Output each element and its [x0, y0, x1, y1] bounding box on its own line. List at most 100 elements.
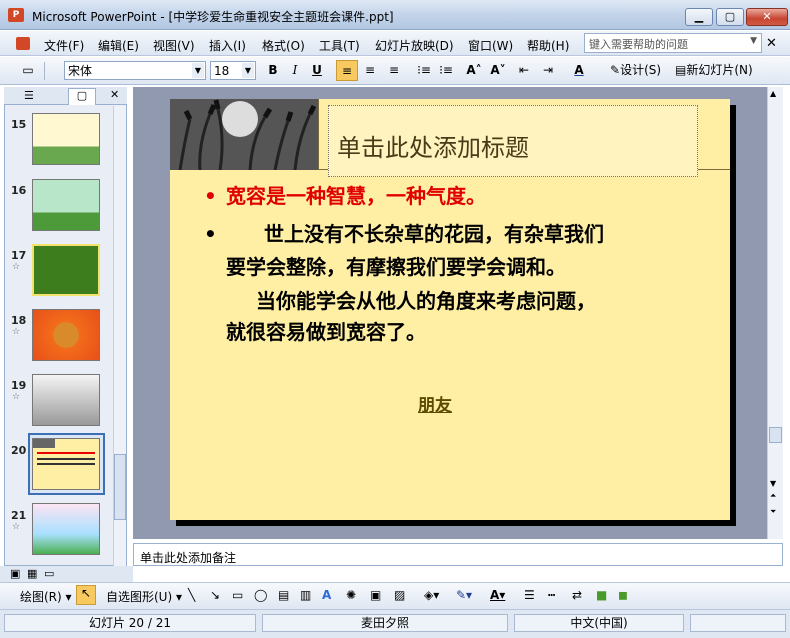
- thumb-number: 17: [11, 249, 27, 262]
- sorter-view-icon[interactable]: ▦: [27, 567, 37, 580]
- increase-font-icon[interactable]: A˄: [464, 60, 484, 81]
- slide-thumbnail[interactable]: [32, 309, 100, 361]
- menu-tools[interactable]: 工具(T): [319, 37, 360, 54]
- underline-button[interactable]: U: [308, 60, 326, 81]
- chevron-down-icon[interactable]: ▼: [192, 63, 204, 78]
- menu-slideshow[interactable]: 幻灯片放映(D): [375, 37, 454, 54]
- select-pointer-icon[interactable]: ↖: [76, 585, 96, 605]
- next-slide-icon[interactable]: ⏷: [770, 507, 776, 517]
- menu-help[interactable]: 帮助(H): [527, 37, 569, 54]
- align-center-icon[interactable]: ≡: [360, 60, 380, 81]
- slideshow-view-icon[interactable]: ▭: [44, 567, 54, 580]
- thumb-number: 21: [11, 509, 27, 522]
- bullet-2-line-2[interactable]: 要学会整除，有摩擦我们要学会调和。: [226, 252, 566, 282]
- menu-insert[interactable]: 插入(I): [209, 37, 246, 54]
- scroll-up-icon[interactable]: ▲: [770, 89, 776, 98]
- menu-bar: 文件(F) 编辑(E) 视图(V) 插入(I) 格式(O) 工具(T) 幻灯片放…: [0, 31, 790, 56]
- slide-thumbnail[interactable]: [32, 113, 100, 165]
- new-slide-button[interactable]: ▤新幻灯片(N): [675, 60, 761, 81]
- 3d-style-icon[interactable]: ◼: [618, 588, 628, 602]
- paragraph-line-2[interactable]: 就很容易做到宽容了。: [226, 317, 426, 347]
- autoshapes-label: 自选图形(U): [106, 590, 173, 604]
- clipart-icon[interactable]: ▣: [370, 588, 381, 602]
- menu-edit[interactable]: 编辑(E): [98, 37, 139, 54]
- notes-pane[interactable]: 单击此处添加备注: [133, 543, 783, 566]
- friend-link[interactable]: 朋友: [418, 391, 452, 416]
- slides-tab-icon[interactable]: ▢: [68, 88, 96, 105]
- design-button[interactable]: ✎设计(S): [610, 60, 672, 81]
- bullet-2-line-1[interactable]: 世上没有不长杂草的花园，有杂草我们: [264, 219, 604, 249]
- maximize-button[interactable]: ▢: [716, 8, 744, 26]
- animation-star-icon: ☆: [12, 262, 21, 272]
- picture-icon[interactable]: ▨: [394, 588, 405, 602]
- menu-window[interactable]: 窗口(W): [468, 37, 513, 54]
- menu-file[interactable]: 文件(F): [44, 37, 84, 54]
- menu-view[interactable]: 视图(V): [153, 37, 195, 54]
- line-tool-icon[interactable]: ╲: [188, 588, 195, 602]
- increase-indent-icon[interactable]: ⇥: [538, 60, 558, 81]
- paragraph-line-1[interactable]: 当你能学会从他人的角度来考虑问题，: [256, 286, 596, 316]
- slide-thumbnail[interactable]: [32, 244, 100, 296]
- new-doc-icon[interactable]: ▭: [18, 60, 38, 81]
- close-doc-icon[interactable]: ✕: [766, 36, 777, 51]
- scroll-down-icon[interactable]: ▼: [770, 479, 776, 488]
- bullet-1[interactable]: 宽容是一种智慧，一种气度。: [226, 181, 486, 211]
- diagram-icon[interactable]: ✺: [346, 588, 356, 602]
- italic-button[interactable]: I: [286, 60, 304, 81]
- slide-thumbnail[interactable]: [32, 374, 100, 426]
- decrease-font-icon[interactable]: A˅: [488, 60, 508, 81]
- oval-tool-icon[interactable]: ◯: [254, 588, 267, 602]
- title-placeholder-box[interactable]: 单击此处添加标题: [328, 105, 698, 177]
- powerpoint-icon: P: [8, 8, 24, 22]
- font-color-icon[interactable]: A▾: [490, 588, 505, 602]
- thumb-number: 20: [11, 444, 27, 457]
- dash-style-icon[interactable]: ┅: [548, 588, 555, 602]
- font-color-icon[interactable]: A: [568, 60, 590, 81]
- font-size-combo[interactable]: 18 ▼: [210, 61, 256, 80]
- chevron-down-icon[interactable]: ▼: [750, 36, 757, 46]
- animation-star-icon: ☆: [12, 392, 21, 402]
- scroll-thumb[interactable]: [114, 454, 126, 520]
- textbox-icon[interactable]: ▤: [278, 588, 289, 602]
- chevron-down-icon[interactable]: ▼: [242, 63, 254, 78]
- doc-icon[interactable]: [16, 37, 30, 50]
- slide-thumbnail[interactable]: [32, 179, 100, 231]
- vertical-textbox-icon[interactable]: ▥: [300, 588, 311, 602]
- arrow-style-icon[interactable]: ⇄: [572, 588, 582, 602]
- slide-thumbnail[interactable]: [32, 503, 100, 555]
- close-pane-icon[interactable]: ✕: [110, 88, 119, 101]
- autoshapes-menu[interactable]: 自选图形(U) ▾: [106, 588, 182, 605]
- decrease-indent-icon[interactable]: ⇤: [514, 60, 534, 81]
- bullets-icon[interactable]: ⁝≡: [436, 60, 456, 81]
- draw-menu[interactable]: 绘图(R) ▾: [20, 588, 72, 605]
- slide-canvas[interactable]: 单击此处添加标题 • 宽容是一种智慧，一种气度。 • 世上没有不长杂草的花园，有…: [170, 99, 730, 520]
- slide-thumbnail[interactable]: [32, 438, 100, 490]
- arrow-tool-icon[interactable]: ↘: [210, 588, 220, 602]
- shadow-style-icon[interactable]: ■: [596, 588, 607, 602]
- minimize-button[interactable]: ▁: [685, 8, 713, 26]
- slide-scrollbar[interactable]: ▲ ▼ ⏶ ⏷: [767, 87, 783, 539]
- line-color-icon[interactable]: ✎▾: [456, 588, 472, 602]
- help-search-input[interactable]: 键入需要帮助的问题 ▼: [584, 33, 762, 53]
- status-bar: 幻灯片 20 / 21 麦田夕照 中文(中国): [0, 609, 790, 638]
- normal-view-icon[interactable]: ▣: [10, 567, 20, 580]
- menu-format[interactable]: 格式(O): [262, 37, 305, 54]
- outline-tab-icon[interactable]: ☰: [24, 89, 34, 102]
- title-placeholder-text: 单击此处添加标题: [337, 134, 529, 162]
- align-right-icon[interactable]: ≡: [384, 60, 404, 81]
- line-style-icon[interactable]: ☰: [524, 588, 535, 602]
- close-button[interactable]: ✕: [746, 8, 788, 26]
- slides-scrollbar[interactable]: [113, 106, 126, 566]
- wordart-icon[interactable]: A: [322, 588, 331, 602]
- font-value: 宋体: [68, 64, 93, 78]
- font-size-value: 18: [214, 64, 230, 78]
- drawing-toolbar: 绘图(R) ▾ ↖ 自选图形(U) ▾ ╲ ↘ ▭ ◯ ▤ ▥ A ✺ ▣ ▨ …: [0, 582, 790, 609]
- align-left-icon[interactable]: ≡: [336, 60, 358, 81]
- rectangle-tool-icon[interactable]: ▭: [232, 588, 243, 602]
- font-combo[interactable]: 宋体 ▼: [64, 61, 206, 80]
- bold-button[interactable]: B: [264, 60, 282, 81]
- fill-color-icon[interactable]: ◈▾: [424, 588, 439, 602]
- scroll-thumb[interactable]: [769, 427, 782, 443]
- numbering-icon[interactable]: ⁝≡: [414, 60, 434, 81]
- prev-slide-icon[interactable]: ⏶: [770, 491, 776, 501]
